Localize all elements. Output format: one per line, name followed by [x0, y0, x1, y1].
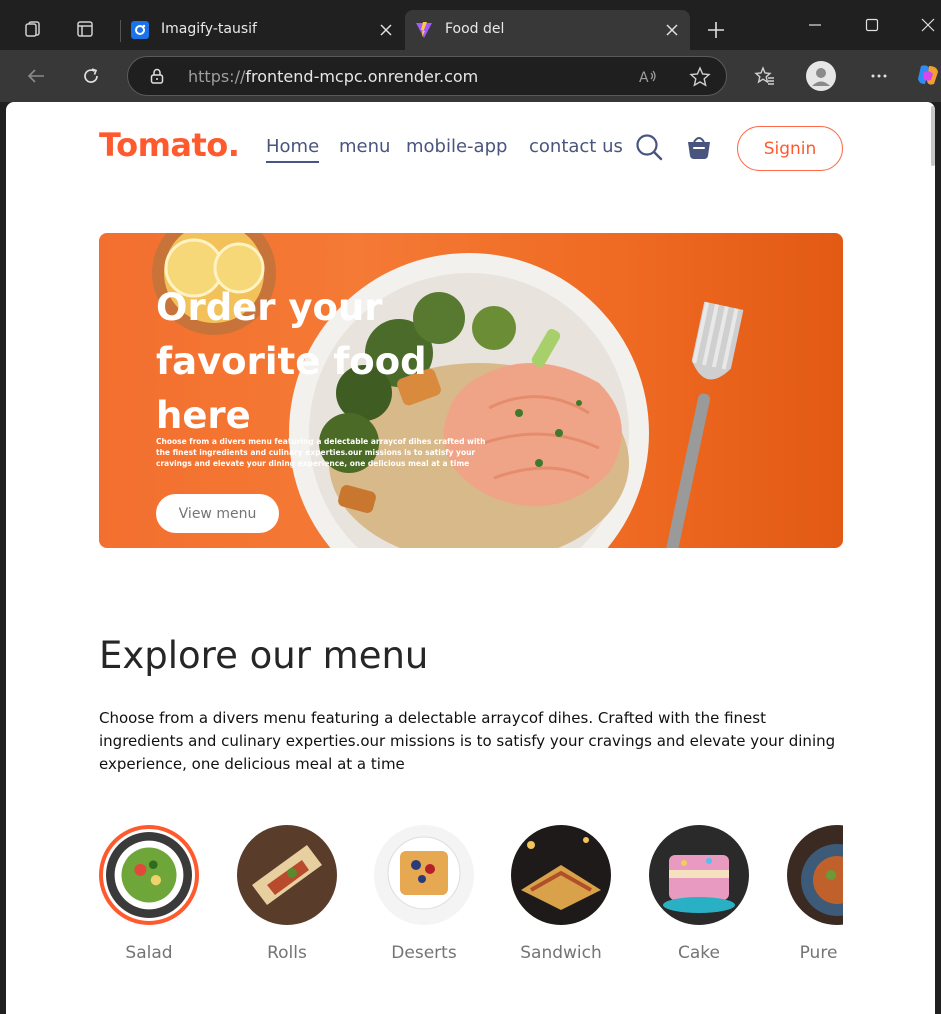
hero-title: Order your favorite food here — [156, 286, 427, 437]
menu-label: Rolls — [267, 943, 307, 963]
menu-image-sandwich[interactable] — [511, 825, 611, 925]
search-icon[interactable] — [634, 132, 664, 162]
hero-description: Choose from a divers menu featuring a de… — [156, 437, 486, 468]
menu-image-rolls[interactable] — [237, 825, 337, 925]
tab-title: Food del — [445, 21, 505, 37]
more-options-icon[interactable] — [864, 61, 894, 91]
menu-item-salad[interactable]: Salad — [99, 825, 199, 963]
nav-mobile-app[interactable]: mobile-app — [406, 136, 507, 157]
close-window-icon[interactable] — [913, 10, 941, 40]
explore-description: Choose from a divers menu featuring a de… — [99, 709, 836, 773]
vertical-tabs-icon[interactable] — [70, 14, 100, 44]
workspaces-icon[interactable] — [18, 14, 48, 44]
nav-menu[interactable]: menu — [339, 136, 390, 157]
maximize-icon[interactable] — [857, 10, 887, 40]
menu-image-deserts[interactable] — [374, 825, 474, 925]
menu-label: Pure Veg — [799, 943, 843, 963]
basket-icon[interactable] — [684, 132, 714, 162]
favorite-star-icon[interactable] — [689, 66, 711, 92]
view-menu-button[interactable]: View menu — [156, 494, 279, 533]
refresh-icon[interactable] — [76, 61, 106, 91]
tab-imagify[interactable]: Imagify-tausif — [121, 10, 404, 50]
tab-food-del[interactable]: Food del — [405, 10, 690, 50]
site-logo[interactable]: Tomato. — [99, 126, 240, 164]
vite-favicon-icon — [415, 21, 433, 39]
copilot-icon[interactable] — [913, 60, 941, 90]
profile-avatar-icon[interactable] — [805, 60, 837, 92]
close-icon[interactable] — [376, 20, 396, 40]
url-text: https://frontend-mcpc.onrender.com — [188, 67, 479, 86]
menu-label: Deserts — [391, 943, 457, 963]
read-aloud-icon[interactable]: A — [638, 67, 660, 91]
explore-title: Explore our menu — [99, 634, 429, 677]
nav-contact-us[interactable]: contact us — [529, 136, 623, 157]
menu-label: Cake — [678, 943, 720, 963]
browser-tab-bar: Imagify-tausif Food del — [0, 0, 941, 50]
svg-text:A: A — [639, 70, 649, 86]
imagify-favicon-icon — [131, 21, 149, 39]
hero-banner: Order your favorite food here Choose fro… — [99, 233, 843, 548]
menu-item-rolls[interactable]: Rolls — [237, 825, 337, 963]
scrollbar-thumb[interactable] — [931, 106, 935, 166]
menu-label: Salad — [125, 943, 173, 963]
favorites-icon[interactable] — [750, 61, 780, 91]
menu-item-cake[interactable]: Cake — [649, 825, 749, 963]
browser-address-bar: https://frontend-mcpc.onrender.com A — [0, 50, 941, 102]
menu-item-deserts[interactable]: Deserts — [374, 825, 474, 963]
page-scrollbar[interactable] — [929, 102, 935, 1014]
tab-title: Imagify-tausif — [161, 21, 257, 37]
menu-item-pure-veg[interactable]: Pure Veg — [787, 825, 843, 963]
page-viewport: Tomato. Home menu mobile-app contact us … — [6, 102, 935, 1014]
url-field[interactable]: https://frontend-mcpc.onrender.com A — [127, 56, 727, 96]
menu-image-salad[interactable] — [99, 825, 199, 925]
lock-icon[interactable] — [148, 67, 166, 89]
back-icon[interactable] — [21, 61, 51, 91]
signin-button[interactable]: Signin — [737, 126, 843, 171]
menu-label: Sandwich — [520, 943, 602, 963]
menu-image-pure-veg[interactable] — [787, 825, 843, 925]
new-tab-icon[interactable] — [701, 15, 731, 45]
minimize-icon[interactable] — [800, 10, 830, 40]
menu-image-cake[interactable] — [649, 825, 749, 925]
close-icon[interactable] — [662, 20, 682, 40]
menu-category-list: Salad Rolls Deserts Sandwich Cake Pure — [99, 825, 843, 975]
nav-home[interactable]: Home — [266, 136, 320, 163]
menu-item-sandwich[interactable]: Sandwich — [511, 825, 611, 963]
